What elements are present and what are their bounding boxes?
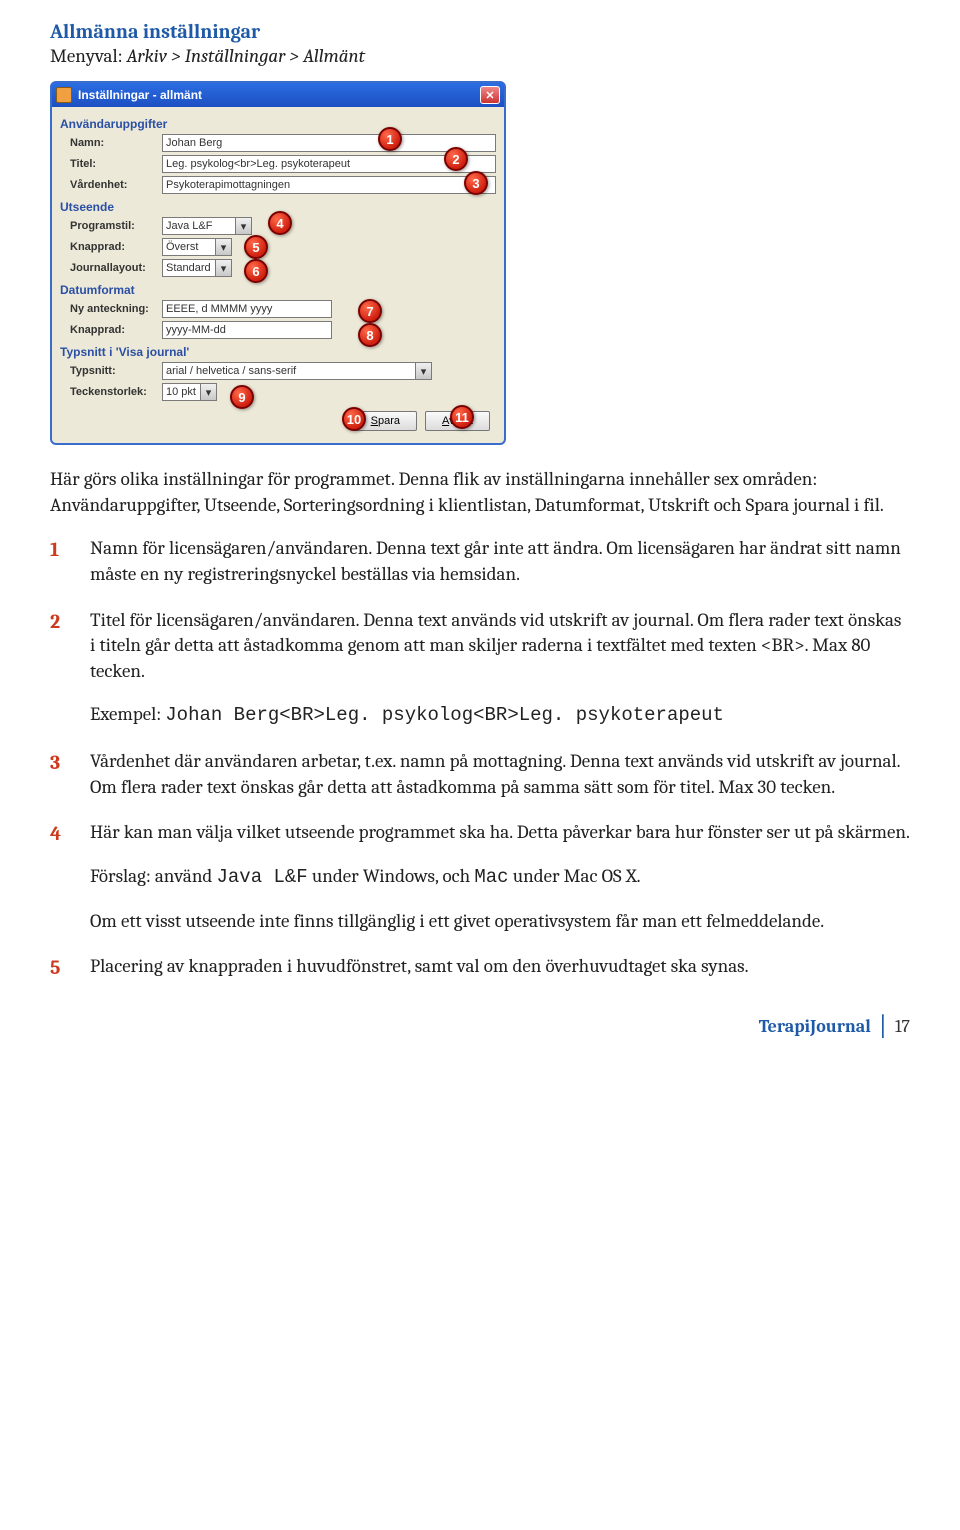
list-item: 3Vårdenhet där användaren arbetar, t.ex.… bbox=[50, 749, 910, 800]
size-value: 10 pkt bbox=[163, 384, 200, 400]
item-paragraph: Vårdenhet där användaren arbetar, t.ex. … bbox=[90, 749, 910, 800]
style-combo[interactable]: Java L&F ▾ bbox=[162, 217, 252, 235]
toolbar-date-label: Knapprad: bbox=[60, 324, 162, 336]
list-item: 2Titel för licensägaren/användaren. Denn… bbox=[50, 608, 910, 730]
layout-label: Journallayout: bbox=[60, 262, 162, 274]
dialog-titlebar: Inställningar - allmänt ✕ bbox=[52, 83, 504, 107]
chevron-down-icon[interactable]: ▾ bbox=[415, 363, 431, 379]
font-value: arial / helvetica / sans-serif bbox=[163, 363, 415, 379]
menupath-label: Menyval: bbox=[50, 45, 127, 67]
footer-brand: TerapiJournal bbox=[759, 1016, 871, 1037]
item-text: Vårdenhet där användaren arbetar, t.ex. … bbox=[90, 749, 910, 800]
item-paragraph: Exempel: Johan Berg<BR>Leg. psykolog<BR>… bbox=[90, 702, 910, 729]
section-dateformat-title: Datumformat bbox=[60, 283, 496, 297]
dialog-title: Inställningar - allmänt bbox=[78, 88, 202, 102]
unit-field[interactable]: Psykoterapimottagningen bbox=[162, 176, 496, 194]
item-number: 2 bbox=[50, 608, 90, 730]
menupath-value: Arkiv > Inställningar > Allmänt bbox=[127, 45, 366, 67]
callout-11: 11 bbox=[450, 405, 474, 429]
item-paragraph: Namn för licensägaren/användaren. Denna … bbox=[90, 536, 910, 587]
section-font-title: Typsnitt i 'Visa journal' bbox=[60, 345, 496, 359]
unit-label: Vårdenhet: bbox=[60, 179, 162, 191]
toolbar-combo[interactable]: Överst ▾ bbox=[162, 238, 232, 256]
callout-6: 6 bbox=[244, 259, 268, 283]
monospace-text: Mac bbox=[474, 866, 508, 888]
item-text: Titel för licensägaren/användaren. Denna… bbox=[90, 608, 910, 730]
list-item: 4Här kan man välja vilket utseende progr… bbox=[50, 820, 910, 934]
toolbar-label: Knapprad: bbox=[60, 241, 162, 253]
callout-4: 4 bbox=[268, 211, 292, 235]
chevron-down-icon[interactable]: ▾ bbox=[215, 260, 231, 276]
close-icon[interactable]: ✕ bbox=[480, 86, 500, 104]
font-label: Typsnitt: bbox=[60, 365, 162, 377]
size-combo[interactable]: 10 pkt ▾ bbox=[162, 383, 217, 401]
layout-value: Standard bbox=[163, 260, 215, 276]
item-paragraph: Placering av knappraden i huvudfönstret,… bbox=[90, 954, 910, 980]
toolbar-date-field[interactable]: yyyy-MM-dd bbox=[162, 321, 332, 339]
item-number: 4 bbox=[50, 820, 90, 934]
chevron-down-icon[interactable]: ▾ bbox=[200, 384, 216, 400]
style-label: Programstil: bbox=[60, 220, 162, 232]
list-item: 5Placering av knappraden i huvudfönstret… bbox=[50, 954, 910, 981]
save-label-rest: para bbox=[378, 415, 400, 427]
page-heading: Allmänna inställningar bbox=[50, 20, 910, 43]
newnote-label: Ny anteckning: bbox=[60, 303, 162, 315]
item-paragraph: Förslag: använd Java L&F under Windows, … bbox=[90, 864, 910, 891]
callout-8: 8 bbox=[358, 323, 382, 347]
monospace-text: Java L&F bbox=[216, 866, 307, 888]
item-text: Här kan man välja vilket utseende progra… bbox=[90, 820, 910, 934]
item-paragraph: Här kan man välja vilket utseende progra… bbox=[90, 820, 910, 846]
newnote-field[interactable]: EEEE, d MMMM yyyy bbox=[162, 300, 332, 318]
items-list: 1Namn för licensägaren/användaren. Denna… bbox=[50, 536, 910, 981]
callout-3: 3 bbox=[464, 171, 488, 195]
callout-2: 2 bbox=[444, 147, 468, 171]
callout-10: 10 bbox=[342, 407, 366, 431]
settings-icon bbox=[56, 87, 72, 103]
item-number: 3 bbox=[50, 749, 90, 800]
item-number: 1 bbox=[50, 536, 90, 587]
size-label: Teckenstorlek: bbox=[60, 386, 162, 398]
layout-combo[interactable]: Standard ▾ bbox=[162, 259, 232, 277]
item-paragraph: Om ett visst utseende inte finns tillgän… bbox=[90, 909, 910, 935]
toolbar-value: Överst bbox=[163, 239, 215, 255]
title-label: Titel: bbox=[60, 158, 162, 170]
page-footer: TerapiJournal | 17 bbox=[50, 1011, 910, 1041]
section-user-title: Användaruppgifter bbox=[60, 117, 496, 131]
item-number: 5 bbox=[50, 954, 90, 981]
callout-7: 7 bbox=[358, 299, 382, 323]
item-text: Namn för licensägaren/användaren. Denna … bbox=[90, 536, 910, 587]
item-paragraph: Titel för licensägaren/användaren. Denna… bbox=[90, 608, 910, 685]
list-item: 1Namn för licensägaren/användaren. Denna… bbox=[50, 536, 910, 587]
callout-5: 5 bbox=[244, 235, 268, 259]
style-value: Java L&F bbox=[163, 218, 235, 234]
name-field[interactable]: Johan Berg bbox=[162, 134, 496, 152]
chevron-down-icon[interactable]: ▾ bbox=[215, 239, 231, 255]
callout-9: 9 bbox=[230, 385, 254, 409]
footer-page-number: 17 bbox=[895, 1016, 910, 1037]
callout-1: 1 bbox=[378, 127, 402, 151]
item-text: Placering av knappraden i huvudfönstret,… bbox=[90, 954, 910, 981]
menu-path: Menyval: Arkiv > Inställningar > Allmänt bbox=[50, 45, 910, 67]
name-label: Namn: bbox=[60, 137, 162, 149]
footer-separator: | bbox=[879, 1011, 887, 1041]
monospace-text: Johan Berg<BR>Leg. psykolog<BR>Leg. psyk… bbox=[165, 704, 724, 726]
dialog-body: Användaruppgifter Namn: Johan Berg Titel… bbox=[52, 107, 504, 443]
font-combo[interactable]: arial / helvetica / sans-serif ▾ bbox=[162, 362, 432, 380]
settings-dialog: Inställningar - allmänt ✕ Användaruppgif… bbox=[50, 81, 506, 445]
intro-text: Här görs olika inställningar för program… bbox=[50, 467, 910, 518]
chevron-down-icon[interactable]: ▾ bbox=[235, 218, 251, 234]
